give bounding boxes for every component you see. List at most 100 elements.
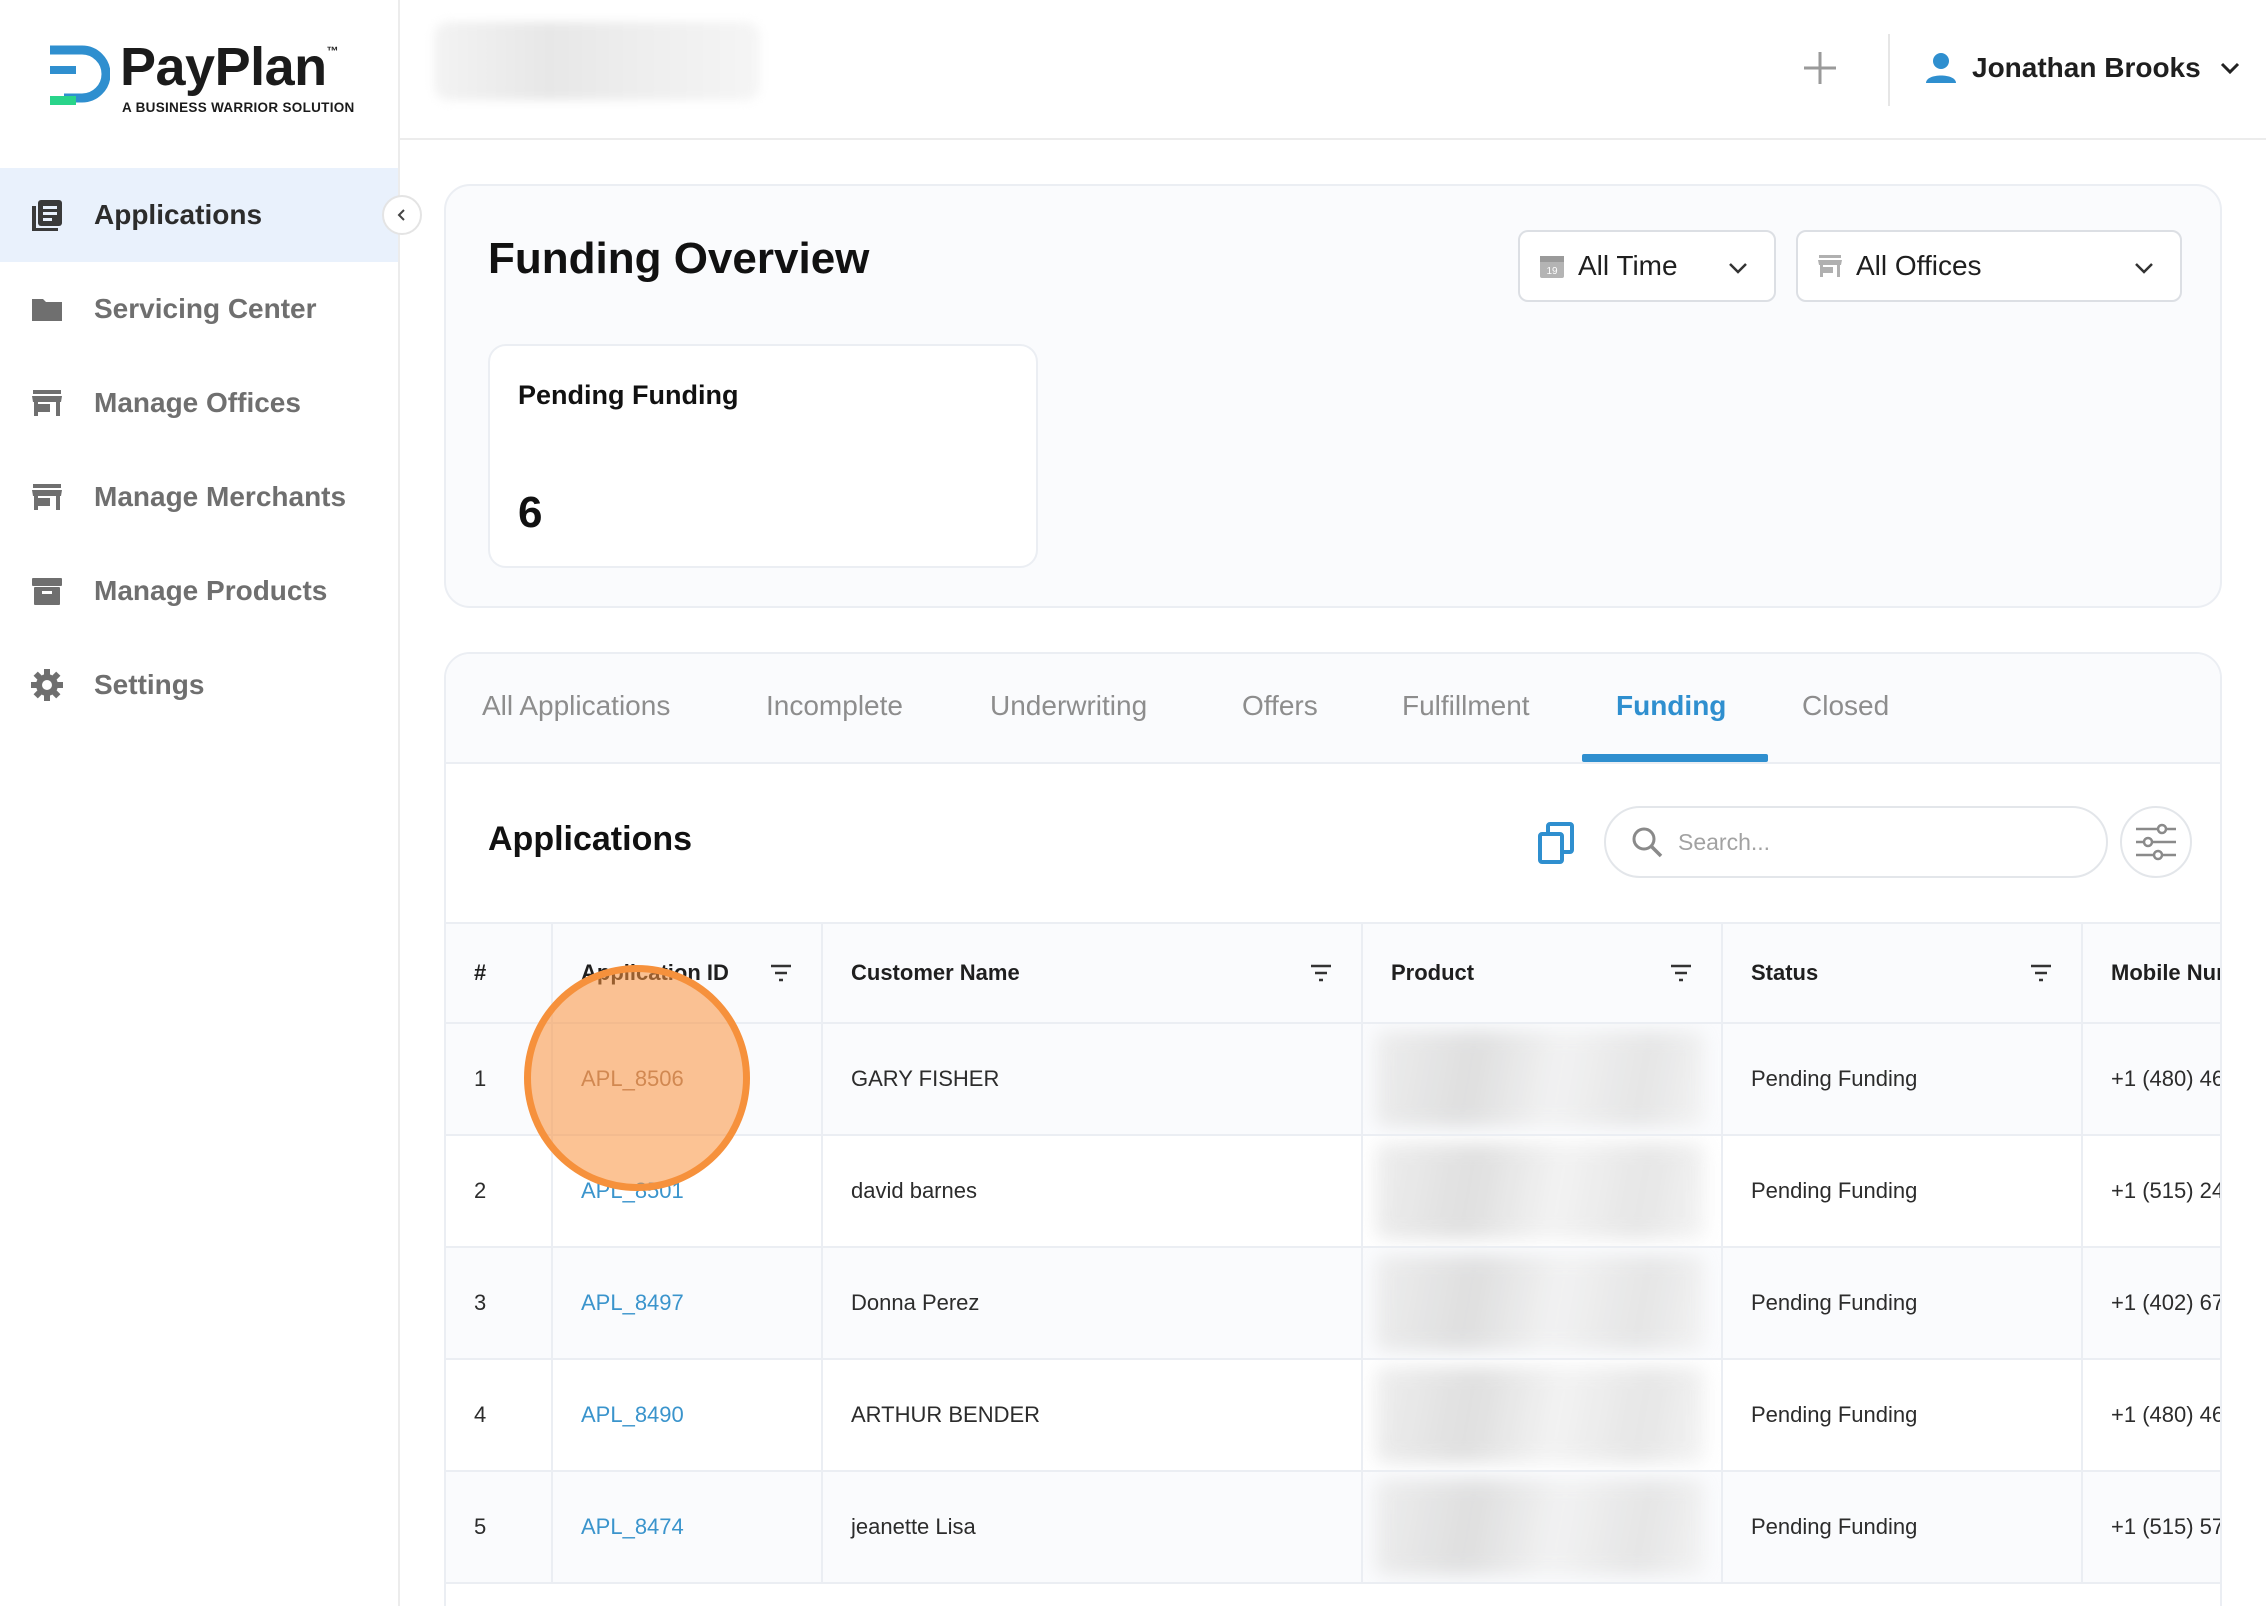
status-cell: Pending Funding [1722, 1023, 2083, 1136]
sidebar-item-servicing-center[interactable]: Servicing Center [0, 262, 398, 356]
tab-funding[interactable]: Funding [1616, 690, 1726, 722]
status-cell: Pending Funding [1722, 1471, 2083, 1584]
store-icon [1818, 255, 1842, 277]
product-cell [1362, 1023, 1723, 1136]
application-id-link[interactable]: APL_8474 [581, 1514, 684, 1539]
filter-icon[interactable] [2029, 962, 2053, 984]
product-cell [1362, 1471, 1723, 1584]
filter-icon[interactable] [1309, 962, 1333, 984]
funding-overview-card: Funding Overview 19 All Time All Offices… [444, 184, 2222, 608]
sidebar-item-settings[interactable]: Settings [0, 638, 398, 732]
person-icon [1926, 53, 1956, 83]
chevron-down-icon [2220, 62, 2239, 75]
user-name: Jonathan Brooks [1972, 52, 2201, 83]
plus-icon[interactable] [1796, 44, 1844, 92]
gear-icon [30, 668, 64, 702]
search-input[interactable] [1678, 828, 2078, 856]
store-icon [30, 386, 64, 420]
sidebar-nav: Applications Servicing Center Manage Off… [0, 168, 422, 732]
office-filter-dropdown[interactable]: All Offices [1796, 230, 2182, 302]
tab-closed[interactable]: Closed [1802, 690, 1889, 722]
application-id-cell: APL_8490 [552, 1359, 823, 1472]
sidebar-item-label: Applications [94, 199, 263, 230]
sidebar-item-label: Servicing Center [94, 293, 317, 324]
column-header-status[interactable]: Status [1722, 922, 2083, 1024]
sidebar-item-applications[interactable]: Applications [0, 168, 422, 262]
payplan-logo-mark [50, 45, 110, 105]
tab-incomplete[interactable]: Incomplete [766, 690, 903, 722]
filter-icon[interactable] [1669, 962, 1693, 984]
stat-value: 6 [518, 488, 543, 537]
blurred-product [1375, 1255, 1705, 1351]
sliders-icon [2136, 823, 2176, 861]
brand-name: PayPlan™ [120, 37, 339, 97]
header-divider [1888, 34, 1890, 106]
product-cell [1362, 1135, 1723, 1248]
sidebar-item-label: Manage Products [94, 575, 328, 606]
brand-tagline: A BUSINESS WARRIOR SOLUTION [122, 100, 355, 115]
archive-icon [30, 574, 64, 608]
top-header: Jonathan Brooks [400, 0, 2266, 140]
column-header-number: # [446, 922, 553, 1024]
store-icon [30, 480, 64, 514]
chevron-down-icon [2135, 263, 2153, 274]
blurred-product [1375, 1031, 1705, 1127]
svg-text:19: 19 [1546, 266, 1558, 277]
applications-title: Applications [488, 820, 693, 858]
application-id-link[interactable]: APL_8497 [581, 1290, 684, 1315]
tab-underwriting[interactable]: Underwriting [990, 690, 1147, 722]
tab-all-applications[interactable]: All Applications [482, 690, 670, 722]
blurred-header-content [434, 22, 760, 100]
time-filter-dropdown[interactable]: 19 All Time [1518, 230, 1776, 302]
status-cell: Pending Funding [1722, 1359, 2083, 1472]
table-row[interactable]: 5 APL_8474 jeanette Lisa Pending Funding… [446, 1471, 2220, 1584]
sidebar-item-manage-merchants[interactable]: Manage Merchants [0, 450, 398, 544]
mobile-cell: +1 (402) 67 [2082, 1247, 2220, 1360]
product-cell [1362, 1247, 1723, 1360]
tab-offers[interactable]: Offers [1242, 690, 1318, 722]
office-filter-value: All Offices [1856, 250, 1982, 281]
status-cell: Pending Funding [1722, 1135, 2083, 1248]
status-cell: Pending Funding [1722, 1247, 2083, 1360]
calendar-icon: 19 [1540, 256, 1564, 278]
folder-icon [30, 292, 64, 326]
table-row[interactable]: 3 APL_8497 Donna Perez Pending Funding +… [446, 1247, 2220, 1360]
payplan-logo[interactable]: PayPlan™ A BUSINESS WARRIOR SOLUTION [48, 37, 368, 120]
time-filter-value: All Time [1578, 250, 1678, 281]
column-header-mobile-number[interactable]: Mobile Number [2082, 922, 2220, 1024]
overview-title: Funding Overview [488, 234, 870, 283]
row-number: 4 [446, 1359, 553, 1472]
customer-name-cell: jeanette Lisa [822, 1471, 1363, 1584]
mobile-cell: +1 (515) 240 [2082, 1135, 2220, 1248]
column-header-product[interactable]: Product [1362, 922, 1723, 1024]
application-id-link[interactable]: APL_8490 [581, 1402, 684, 1427]
click-highlight-marker [524, 965, 750, 1191]
copy-icon[interactable] [1536, 822, 1576, 864]
search-box[interactable] [1604, 806, 2108, 878]
table-row[interactable]: 4 APL_8490 ARTHUR BENDER Pending Funding… [446, 1359, 2220, 1472]
applications-icon [30, 198, 64, 232]
sidebar-item-manage-offices[interactable]: Manage Offices [0, 356, 398, 450]
filter-settings-button[interactable] [2120, 806, 2192, 878]
pending-funding-stat-card[interactable]: Pending Funding 6 [488, 344, 1038, 568]
application-id-cell: APL_8474 [552, 1471, 823, 1584]
filter-icon[interactable] [769, 962, 793, 984]
mobile-cell: +1 (480) 46 [2082, 1023, 2220, 1136]
sidebar-collapse-button[interactable] [382, 195, 422, 235]
column-header-customer-name[interactable]: Customer Name [822, 922, 1363, 1024]
sidebar: PayPlan™ A BUSINESS WARRIOR SOLUTION App… [0, 0, 422, 1606]
search-icon [1632, 827, 1663, 858]
product-cell [1362, 1359, 1723, 1472]
row-number: 3 [446, 1247, 553, 1360]
tab-fulfillment[interactable]: Fulfillment [1402, 690, 1530, 722]
mobile-cell: +1 (515) 577 [2082, 1471, 2220, 1584]
customer-name-cell: GARY FISHER [822, 1023, 1363, 1136]
blurred-product [1375, 1479, 1705, 1575]
blurred-product [1375, 1367, 1705, 1463]
customer-name-cell: Donna Perez [822, 1247, 1363, 1360]
user-menu[interactable]: Jonathan Brooks [1924, 46, 2243, 90]
sidebar-item-manage-products[interactable]: Manage Products [0, 544, 398, 638]
application-tabs: All Applications Incomplete Underwriting… [446, 654, 2220, 764]
row-number: 2 [446, 1135, 553, 1248]
sidebar-item-label: Manage Offices [94, 387, 301, 418]
